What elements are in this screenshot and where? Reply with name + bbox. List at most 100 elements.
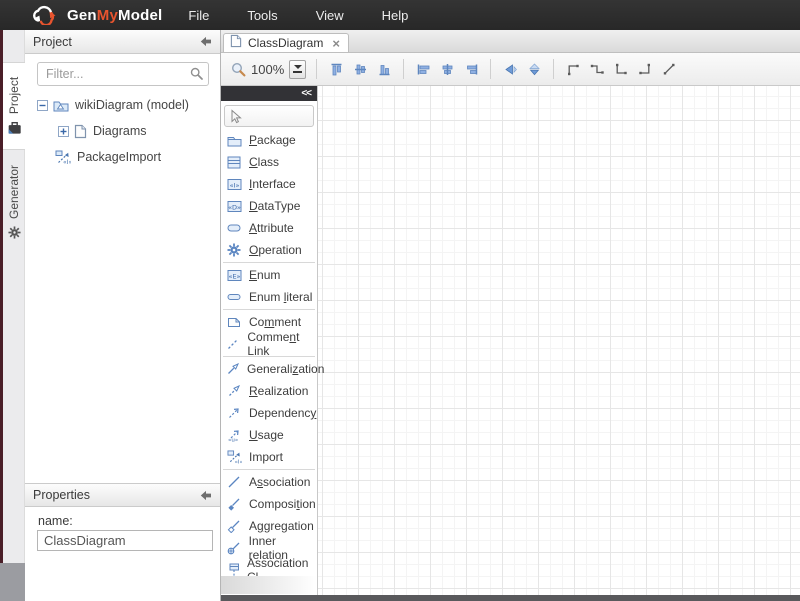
palette-item-interface[interactable]: «I» Interface bbox=[221, 173, 317, 195]
collapse-properties-panel-button[interactable] bbox=[200, 490, 212, 501]
edge-stair-icon bbox=[590, 62, 604, 76]
palette-collapse-button[interactable]: << bbox=[301, 89, 311, 99]
filter-input[interactable] bbox=[37, 62, 209, 86]
properties-panel-title: Properties bbox=[33, 488, 90, 502]
generalization-icon bbox=[226, 362, 240, 376]
flip-horizontal-button[interactable] bbox=[498, 57, 522, 81]
palette-item-generalization[interactable]: Generalization bbox=[221, 358, 317, 380]
tree-row-diagrams[interactable]: Diagrams bbox=[25, 118, 220, 144]
tab-classdiagram[interactable]: ClassDiagram × bbox=[223, 33, 349, 52]
top-menu-bar: GenMyModel File Tools View Help bbox=[0, 0, 800, 30]
palette-separator bbox=[223, 309, 315, 310]
tree-label: Diagrams bbox=[93, 124, 147, 138]
palette-item-package[interactable]: Package bbox=[221, 129, 317, 151]
palette-item-class[interactable]: Class bbox=[221, 151, 317, 173]
zoom-level-value: 100% bbox=[251, 62, 284, 77]
palette-item-usage[interactable]: «u» Usage bbox=[221, 424, 317, 446]
palette-item-import[interactable]: «I» Import bbox=[221, 446, 317, 468]
edge-style-oblique-button[interactable] bbox=[657, 57, 681, 81]
bottom-left-corner-block bbox=[0, 563, 25, 601]
composition-icon bbox=[226, 497, 242, 511]
zoom-control[interactable]: 100% bbox=[231, 60, 306, 79]
menu-view[interactable]: View bbox=[312, 6, 348, 25]
palette-item-enum[interactable]: «E» Enum bbox=[221, 264, 317, 286]
palette-item-comment-link[interactable]: Comment Link bbox=[221, 333, 317, 355]
edge-style-stair-button[interactable] bbox=[585, 57, 609, 81]
usage-icon: «u» bbox=[226, 428, 242, 442]
zoom-magnifier-icon bbox=[231, 62, 246, 77]
toolbar-separator bbox=[403, 59, 404, 79]
palette-item-operation[interactable]: Operation bbox=[221, 239, 317, 261]
model-icon bbox=[53, 99, 69, 112]
edge-style-corner-up-right-button[interactable] bbox=[561, 57, 585, 81]
palette-item-dependency[interactable]: Dependency bbox=[221, 402, 317, 424]
name-field[interactable] bbox=[37, 530, 213, 551]
menu-help[interactable]: Help bbox=[378, 6, 413, 25]
edge-style-corner-down-right-button[interactable] bbox=[609, 57, 633, 81]
collapse-toggle-icon[interactable] bbox=[37, 100, 48, 111]
comment-icon bbox=[226, 317, 242, 328]
bottom-edge-bar bbox=[221, 595, 800, 601]
collapse-project-panel-button[interactable] bbox=[200, 36, 212, 47]
tree-label: PackageImport bbox=[77, 150, 161, 164]
name-field-label: name: bbox=[38, 514, 73, 528]
palette-bottom-fade bbox=[221, 576, 317, 594]
class-icon bbox=[226, 156, 242, 169]
properties-panel-header: Properties bbox=[25, 483, 220, 507]
sidebar-tab-project-label: Project bbox=[7, 77, 21, 114]
palette-item-enum-literal[interactable]: Enum literal bbox=[221, 286, 317, 308]
menu-tools[interactable]: Tools bbox=[243, 6, 281, 25]
palette-item-composition[interactable]: Composition bbox=[221, 493, 317, 515]
generator-gear-icon bbox=[8, 226, 21, 239]
palette-item-datatype[interactable]: «D» DataType bbox=[221, 195, 317, 217]
align-left-button[interactable] bbox=[411, 57, 435, 81]
sidebar-tab-generator[interactable]: Generator bbox=[3, 154, 25, 250]
menu-file[interactable]: File bbox=[184, 6, 213, 25]
edge-oblique-icon bbox=[662, 62, 676, 76]
expand-toggle-icon[interactable] bbox=[58, 126, 69, 137]
palette-header: << bbox=[221, 86, 317, 101]
edge-corner-up-right-icon bbox=[566, 62, 580, 76]
dependency-icon bbox=[226, 406, 242, 420]
zoom-dropdown-button[interactable] bbox=[289, 60, 306, 79]
palette-item-attribute[interactable]: Attribute bbox=[221, 217, 317, 239]
flip-vertical-button[interactable] bbox=[522, 57, 546, 81]
palette-item-realization[interactable]: Realization bbox=[221, 380, 317, 402]
align-top-button[interactable] bbox=[324, 57, 348, 81]
association-class-icon bbox=[226, 563, 240, 577]
tree-row-model[interactable]: wikiDiagram (model) bbox=[25, 92, 220, 118]
collapse-left-arrow-icon bbox=[200, 36, 212, 47]
flip-horizontal-icon bbox=[504, 63, 517, 76]
align-center-button[interactable] bbox=[435, 57, 459, 81]
genmymodel-logo: GenMyModel bbox=[30, 5, 162, 25]
edge-style-corner-right-up-button[interactable] bbox=[633, 57, 657, 81]
cursor-arrow-icon bbox=[228, 109, 243, 124]
svg-text:«E»: «E» bbox=[228, 272, 240, 280]
association-icon bbox=[226, 475, 242, 489]
selection-tool-button[interactable] bbox=[224, 105, 314, 127]
interface-icon: «I» bbox=[226, 178, 242, 191]
svg-text:«I»: «I» bbox=[63, 159, 71, 165]
align-top-icon bbox=[330, 63, 343, 76]
palette-item-association[interactable]: Association bbox=[221, 471, 317, 493]
align-left-icon bbox=[417, 63, 430, 76]
sidebar-tab-project[interactable]: Project bbox=[3, 62, 25, 150]
tree-row-packageimport[interactable]: «I» PackageImport bbox=[25, 144, 220, 170]
comment-link-icon bbox=[226, 337, 240, 351]
toolbar-separator bbox=[553, 59, 554, 79]
diagram-icon bbox=[74, 124, 87, 139]
collapse-left-arrow-icon bbox=[200, 490, 212, 501]
enum-icon: «E» bbox=[226, 269, 242, 282]
align-right-button[interactable] bbox=[459, 57, 483, 81]
align-middle-button[interactable] bbox=[348, 57, 372, 81]
close-tab-icon[interactable]: × bbox=[332, 37, 340, 50]
package-import-icon: «I» bbox=[55, 150, 71, 165]
realization-icon bbox=[226, 384, 242, 398]
operation-icon bbox=[226, 243, 242, 257]
svg-text:«I»: «I» bbox=[229, 181, 239, 189]
diagram-canvas[interactable] bbox=[318, 86, 800, 601]
editor-tab-bar: ClassDiagram × bbox=[221, 30, 800, 53]
chevron-down-icon bbox=[294, 65, 302, 69]
align-bottom-button[interactable] bbox=[372, 57, 396, 81]
cloud-logo-icon bbox=[30, 5, 60, 25]
